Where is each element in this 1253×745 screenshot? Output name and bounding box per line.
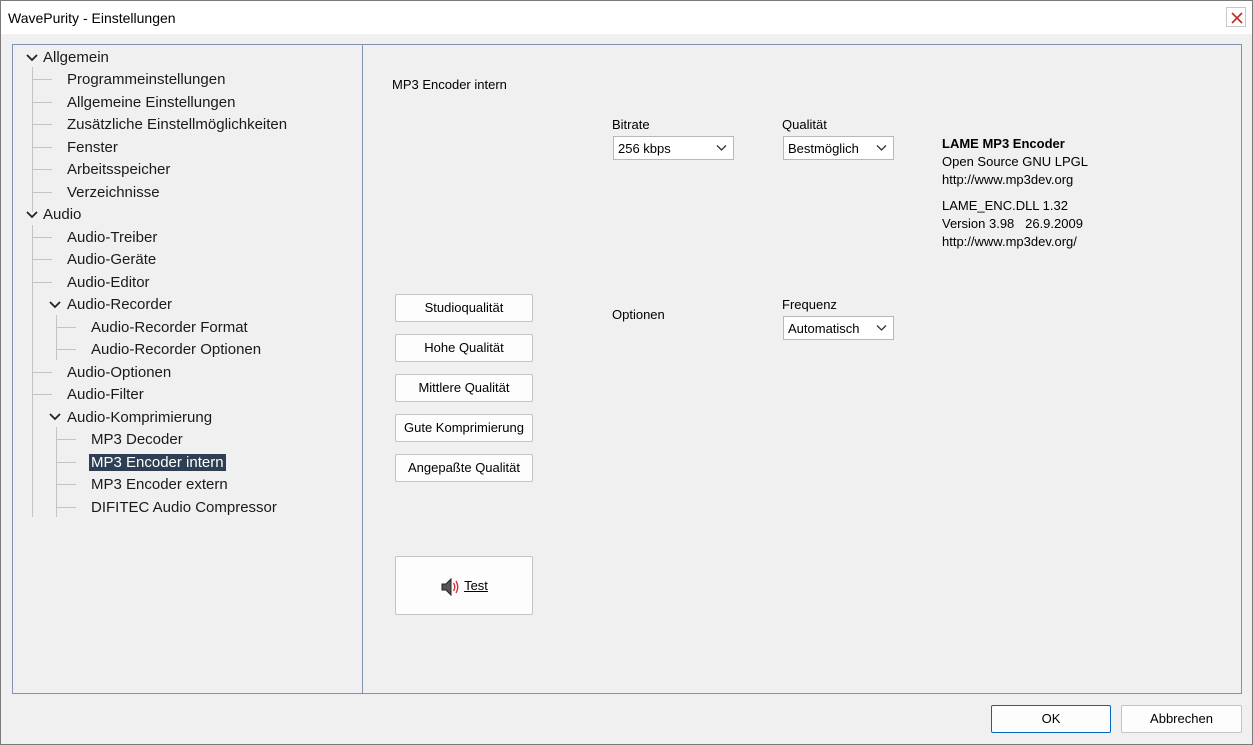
tree-item-arbeitsspeicher[interactable]: Arbeitsspeicher [65,159,172,180]
bitrate-select[interactable]: 256 kbps [613,136,734,160]
tree-item-zusaetzliche-einstellmoeglichkeiten[interactable]: Zusätzliche Einstellmöglichkeiten [65,114,289,135]
chevron-down-icon [876,145,887,151]
gute-komprimierung-button[interactable]: Gute Komprimierung [395,414,533,442]
settings-window: WavePurity - Einstellungen Allgemein Pro… [0,0,1253,745]
chevron-down-icon[interactable] [48,410,62,424]
tree-item-audio-komprimierung[interactable]: Audio-Komprimierung [65,407,214,428]
encoder-info-license: Open Source GNU LPGL [942,154,1088,169]
studioqualitaet-button[interactable]: Studioqualität [395,294,533,322]
bitrate-label: Bitrate [612,117,650,132]
chevron-down-icon[interactable] [48,298,62,312]
encoder-info: LAME MP3 Encoder Open Source GNU LPGL ht… [942,135,1088,251]
content-panel: MP3 Encoder intern Bitrate 256 kbps Qual… [362,44,1242,694]
cancel-button[interactable]: Abbrechen [1121,705,1242,733]
hohe-qualitaet-button[interactable]: Hohe Qualität [395,334,533,362]
chevron-down-icon [876,325,887,331]
encoder-info-dll: LAME_ENC.DLL 1.32 [942,198,1068,213]
encoder-info-url: http://www.mp3dev.org [942,172,1074,187]
mittlere-qualitaet-button[interactable]: Mittlere Qualität [395,374,533,402]
tree-item-audio-recorder-format[interactable]: Audio-Recorder Format [89,317,250,338]
test-button-label: Test [464,578,488,593]
window-title: WavePurity - Einstellungen [8,10,176,26]
chevron-down-icon [716,145,727,151]
test-button[interactable]: Test [395,556,533,615]
tree-item-mp3-encoder-extern[interactable]: MP3 Encoder extern [89,474,230,495]
tree-item-audio-filter[interactable]: Audio-Filter [65,384,146,405]
title-bar: WavePurity - Einstellungen [1,1,1252,34]
qualitaet-value: Bestmöglich [788,141,859,156]
encoder-info-title: LAME MP3 Encoder [942,136,1065,151]
tree-item-audio[interactable]: Audio [41,204,83,225]
angepasste-qualitaet-button[interactable]: Angepaßte Qualität [395,454,533,482]
frequenz-select[interactable]: Automatisch [783,316,894,340]
frequenz-value: Automatisch [788,321,860,336]
chevron-down-icon[interactable] [25,51,39,65]
tree-item-audio-optionen[interactable]: Audio-Optionen [65,362,173,383]
frequenz-label: Frequenz [782,297,837,312]
tree-item-allgemein[interactable]: Allgemein [41,47,111,68]
encoder-info-version: Version 3.98 26.9.2009 [942,216,1083,231]
tree-item-allgemeine-einstellungen[interactable]: Allgemeine Einstellungen [65,92,237,113]
tree-item-audio-editor[interactable]: Audio-Editor [65,272,152,293]
bitrate-value: 256 kbps [618,141,671,156]
qualitaet-label: Qualität [782,117,827,132]
tree-item-verzeichnisse[interactable]: Verzeichnisse [65,182,162,203]
tree-item-mp3-decoder[interactable]: MP3 Decoder [89,429,185,450]
tree-item-difitec-audio-compressor[interactable]: DIFITEC Audio Compressor [89,497,279,518]
close-button[interactable] [1226,7,1246,27]
qualitaet-select[interactable]: Bestmöglich [783,136,894,160]
chevron-down-icon[interactable] [25,208,39,222]
tree-item-fenster[interactable]: Fenster [65,137,120,158]
tree-item-audio-geraete[interactable]: Audio-Geräte [65,249,158,270]
close-icon [1231,12,1243,24]
optionen-label: Optionen [612,307,665,322]
section-title: MP3 Encoder intern [392,77,507,92]
tree-item-audio-treiber[interactable]: Audio-Treiber [65,227,159,248]
tree-item-mp3-encoder-intern[interactable]: MP3 Encoder intern [89,452,226,473]
encoder-info-url2: http://www.mp3dev.org/ [942,234,1077,249]
tree-item-programmeinstellungen[interactable]: Programmeinstellungen [65,69,227,90]
ok-button[interactable]: OK [991,705,1111,733]
speaker-icon [441,577,459,596]
tree-item-audio-recorder[interactable]: Audio-Recorder [65,294,174,315]
settings-tree: Allgemein Programmeinstellungen Allgemei… [12,44,363,694]
tree-item-audio-recorder-optionen[interactable]: Audio-Recorder Optionen [89,339,263,360]
